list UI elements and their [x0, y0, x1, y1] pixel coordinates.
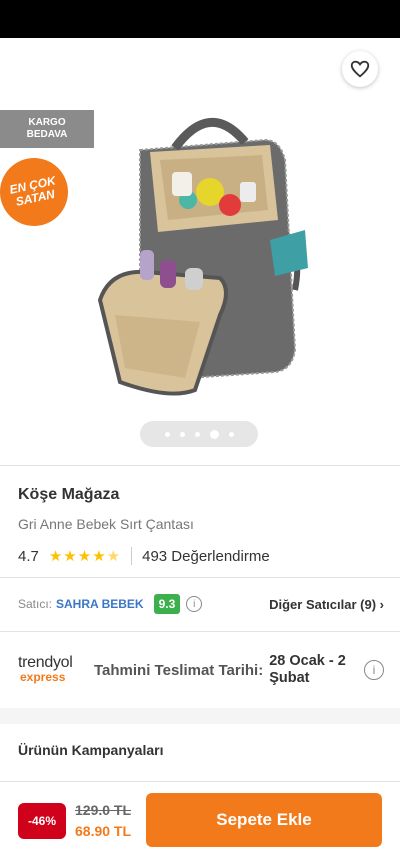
seller-score-badge: 9.3 — [153, 594, 181, 614]
pager-dot[interactable] — [164, 431, 170, 437]
add-to-cart-button[interactable]: Sepete Ekle — [146, 793, 382, 847]
product-gallery[interactable]: KARGO BEDAVA EN ÇOK SATAN — [0, 38, 400, 465]
section-separator — [0, 708, 400, 724]
delivery-label: Tahmini Teslimat Tarihi: — [94, 661, 264, 679]
seller-name[interactable]: SAHRA BEBEK — [56, 597, 144, 611]
free-shipping-line2: BEDAVA — [26, 129, 68, 140]
logo-text-bottom: express — [20, 670, 66, 684]
separator — [131, 547, 133, 565]
bottom-action-bar: -46% 129.0 TL 68.90 TL Sepete Ekle — [0, 781, 400, 855]
divider — [0, 465, 400, 466]
rating-row[interactable]: 4.7 ★★★★★ 493 Değerlendirme — [18, 546, 270, 566]
pager-dot[interactable] — [228, 431, 234, 437]
free-shipping-line1: KARGO — [28, 117, 66, 128]
heart-outline-icon — [350, 60, 370, 78]
best-seller-badge: EN ÇOK SATAN — [0, 151, 75, 233]
old-price: 129.0 TL — [75, 802, 132, 818]
free-shipping-badge: KARGO BEDAVA — [0, 110, 94, 148]
delivery-row: trendyol express Tahmini Teslimat Tarihi… — [18, 648, 384, 692]
seller-label: Satıcı: — [18, 597, 53, 611]
store-name[interactable]: Köşe Mağaza — [18, 486, 119, 504]
review-count[interactable]: 493 Değerlendirme — [142, 548, 270, 565]
discount-badge: -46% — [18, 803, 66, 839]
delivery-date: 28 Ocak - 2 Şubat — [269, 653, 346, 686]
star-rating-icon: ★★★★★ — [48, 548, 122, 565]
pager-dot[interactable] — [194, 431, 200, 437]
product-title: Gri Anne Bebek Sırt Çantası — [18, 516, 194, 532]
pager-dot[interactable] — [179, 431, 185, 437]
rating-value: 4.7 — [18, 547, 39, 565]
favorite-button[interactable] — [342, 51, 378, 87]
arrow-left-icon — [27, 61, 45, 77]
info-icon[interactable]: i — [186, 596, 203, 612]
gallery-pager[interactable] — [140, 421, 258, 447]
pager-dot-active[interactable] — [209, 429, 219, 439]
share-icon — [293, 59, 311, 79]
campaigns-title: Ürünün Kampanyaları — [18, 742, 164, 758]
trendyol-express-logo: trendyol express — [18, 654, 88, 685]
divider — [0, 631, 400, 632]
seller-row[interactable]: Satıcı: SAHRA BEBEK 9.3 i Diğer Satıcıla… — [18, 592, 384, 616]
product-image — [97, 118, 308, 396]
current-price: 68.90 TL — [75, 823, 132, 839]
back-button[interactable] — [18, 51, 54, 87]
status-bar — [0, 0, 400, 38]
info-icon[interactable]: i — [364, 660, 384, 680]
other-sellers-link[interactable]: Diğer Satıcılar (9) › — [269, 597, 384, 612]
share-button[interactable] — [284, 51, 320, 87]
logo-text-top: trendyol — [18, 654, 73, 671]
divider — [0, 577, 400, 578]
other-sellers-label: Diğer Satıcılar (9) — [269, 596, 377, 612]
